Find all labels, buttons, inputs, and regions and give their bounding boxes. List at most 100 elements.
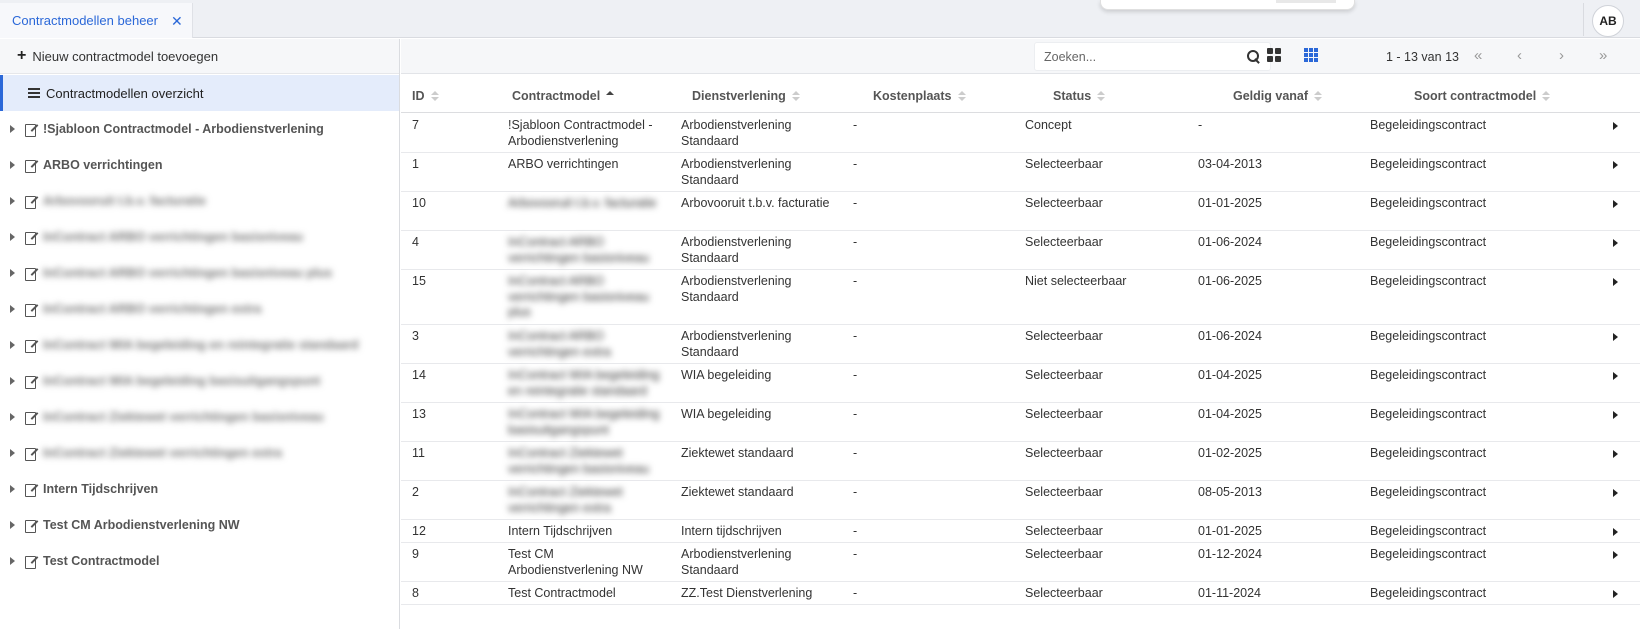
sidebar-tree-item[interactable]: Arbovooruit t.b.v. facturatie — [0, 183, 399, 219]
row-expand-arrow-icon[interactable] — [1613, 161, 1618, 169]
table-row[interactable]: 10 Arbovooruit t.b.v. facturatie Arbovooru… — [401, 192, 1640, 231]
sidebar-tree-item[interactable]: InContract ARBO verrichtingen basisnivea… — [0, 219, 399, 255]
search-icon[interactable] — [1247, 50, 1260, 63]
table-row[interactable]: 12 Intern Tijdschrijven Intern tijdschrijv… — [401, 520, 1640, 543]
table-row[interactable]: 1 ARBO verrichtingen Arbodienstverlening S… — [401, 153, 1640, 192]
edit-document-icon — [25, 231, 37, 245]
cell-kp: - — [853, 547, 858, 561]
expand-arrow-icon[interactable] — [10, 485, 15, 493]
sidebar-tree-item[interactable]: ARBO verrichtingen — [0, 147, 399, 183]
expand-arrow-icon[interactable] — [10, 521, 15, 529]
close-tab-icon[interactable]: ✕ — [171, 13, 183, 30]
sidebar-tree-item[interactable]: Test Contractmodel — [0, 543, 399, 579]
expand-arrow-icon[interactable] — [10, 449, 15, 457]
cell-cm: Intern Tijdschrijven — [508, 524, 613, 538]
expand-arrow-icon[interactable] — [10, 305, 15, 313]
column-contractmodel[interactable]: Contractmodel — [512, 89, 615, 103]
row-expand-arrow-icon[interactable] — [1613, 551, 1618, 559]
row-expand-arrow-icon[interactable] — [1613, 590, 1618, 598]
sidebar-tree-item[interactable]: InContract Ziektewet verrichtingen basis… — [0, 399, 399, 435]
expand-arrow-icon[interactable] — [10, 557, 15, 565]
top-bar: Contractmodellen beheer ✕ AB — [0, 0, 1640, 38]
cell-id: 11 — [412, 446, 425, 460]
table-row[interactable]: 7 !Sjabloon Contractmodel - Arbodienstver… — [401, 114, 1640, 153]
sidebar-tree-item-label: Test CM Arbodienstverlening NW — [43, 518, 240, 532]
table-row[interactable]: 4 InContract ARBO verrichtingen basisnive… — [401, 231, 1640, 270]
cell-geldig: 01-06-2024 — [1198, 329, 1262, 343]
expand-arrow-icon[interactable] — [10, 377, 15, 385]
search-input[interactable] — [1035, 43, 1235, 70]
sidebar-item-overview[interactable]: Contractmodellen overzicht — [0, 75, 399, 111]
row-expand-arrow-icon[interactable] — [1613, 239, 1618, 247]
cell-kp: - — [853, 118, 858, 132]
row-expand-arrow-icon[interactable] — [1613, 333, 1618, 341]
sidebar-tree-item-label: InContract ARBO verrichtingen basisnivea… — [43, 266, 333, 280]
table-row[interactable]: 8 Test Contractmodel ZZ.Test Dienstverleni… — [401, 582, 1640, 605]
edit-document-icon — [25, 519, 37, 533]
row-expand-arrow-icon[interactable] — [1613, 489, 1618, 497]
expand-arrow-icon[interactable] — [10, 161, 15, 169]
sidebar-tree-item[interactable]: InContract ARBO verrichtingen basisnivea… — [0, 255, 399, 291]
sidebar-tree-item[interactable]: Intern Tijdschrijven — [0, 471, 399, 507]
next-page-icon[interactable]: › — [1559, 47, 1564, 64]
toolbar: 1 - 13 van 13 « ‹ › » — [401, 39, 1640, 74]
table-row[interactable]: 11 InContract Ziektewet verrichtingen bas… — [401, 442, 1640, 481]
cell-status: Selecteerbaar — [1025, 586, 1103, 600]
cell-soort: Begeleidingscontract — [1370, 118, 1487, 132]
user-avatar[interactable]: AB — [1592, 5, 1624, 37]
column-id-label: ID — [412, 89, 425, 103]
table-row[interactable]: 3 InContract ARBO verrichtingen extra Arbo… — [401, 325, 1640, 364]
row-expand-arrow-icon[interactable] — [1613, 122, 1618, 130]
sidebar-tree-item[interactable]: InContract Ziektewet verrichtingen extra — [0, 435, 399, 471]
cell-status: Selecteerbaar — [1025, 547, 1103, 561]
row-expand-arrow-icon[interactable] — [1613, 450, 1618, 458]
row-expand-arrow-icon[interactable] — [1613, 411, 1618, 419]
row-expand-arrow-icon[interactable] — [1613, 200, 1618, 208]
sidebar-tree-item[interactable]: InContract WIA begeleiding en reintegrat… — [0, 327, 399, 363]
table-row[interactable]: 15 InContract ARBO verrichtingen basisniv… — [401, 270, 1640, 325]
sidebar-tree-item[interactable]: InContract ARBO verrichtingen extra — [0, 291, 399, 327]
table-row[interactable]: 2 InContract Ziektewet verrichtingen extr… — [401, 481, 1640, 520]
cell-status: Concept — [1025, 118, 1072, 132]
table-row[interactable]: 14 InContract WIA begeleiding en reintegr… — [401, 364, 1640, 403]
cell-dv: Intern tijdschrijven — [681, 524, 782, 538]
column-status[interactable]: Status — [1053, 89, 1106, 103]
column-kostenplaats-label: Kostenplaats — [873, 89, 952, 103]
tab-label: Contractmodellen beheer — [12, 13, 158, 28]
card-view-icon[interactable] — [1267, 48, 1281, 62]
table-row[interactable]: 13 InContract WIA begeleiding basisuitgan… — [401, 403, 1640, 442]
last-page-icon[interactable]: » — [1599, 47, 1607, 64]
expand-arrow-icon[interactable] — [10, 125, 15, 133]
row-expand-arrow-icon[interactable] — [1613, 278, 1618, 286]
column-id[interactable]: ID — [412, 89, 439, 103]
table-row[interactable]: 9 Test CM Arbodienstverlening NW Arbodiens… — [401, 543, 1640, 582]
expand-arrow-icon[interactable] — [10, 233, 15, 241]
row-expand-arrow-icon[interactable] — [1613, 528, 1618, 536]
prev-page-icon[interactable]: ‹ — [1517, 47, 1522, 64]
edit-document-icon — [25, 303, 37, 317]
sidebar-tree-item[interactable]: Test CM Arbodienstverlening NW — [0, 507, 399, 543]
cell-soort: Begeleidingscontract — [1370, 446, 1487, 460]
cell-dv: Arbodienstverlening Standaard — [681, 274, 792, 304]
sort-ascending-icon — [606, 90, 615, 102]
column-geldig-vanaf[interactable]: Geldig vanaf — [1233, 89, 1323, 103]
sidebar-tree-item-label: Arbovooruit t.b.v. facturatie — [43, 194, 206, 208]
cell-id: 13 — [412, 407, 426, 421]
edit-document-icon — [25, 555, 37, 569]
column-soort-contractmodel[interactable]: Soort contractmodel — [1414, 89, 1551, 103]
add-contractmodel-button[interactable]: + Nieuw contractmodel toevoegen — [0, 39, 399, 74]
expand-arrow-icon[interactable] — [10, 197, 15, 205]
column-kostenplaats[interactable]: Kostenplaats — [873, 89, 966, 103]
sidebar-tree-item[interactable]: InContract WIA begeleiding basisuitgangs… — [0, 363, 399, 399]
expand-arrow-icon[interactable] — [10, 341, 15, 349]
cell-id: 10 — [412, 196, 426, 210]
expand-arrow-icon[interactable] — [10, 413, 15, 421]
column-dienstverlening[interactable]: Dienstverlening — [692, 89, 800, 103]
cell-id: 12 — [412, 524, 426, 538]
grid-view-icon[interactable] — [1304, 48, 1318, 62]
first-page-icon[interactable]: « — [1474, 47, 1482, 64]
expand-arrow-icon[interactable] — [10, 269, 15, 277]
row-expand-arrow-icon[interactable] — [1613, 372, 1618, 380]
sidebar-tree-item[interactable]: !Sjabloon Contractmodel - Arbodienstverl… — [0, 111, 399, 147]
tab-contractmodellen-beheer[interactable]: Contractmodellen beheer ✕ — [0, 3, 193, 38]
